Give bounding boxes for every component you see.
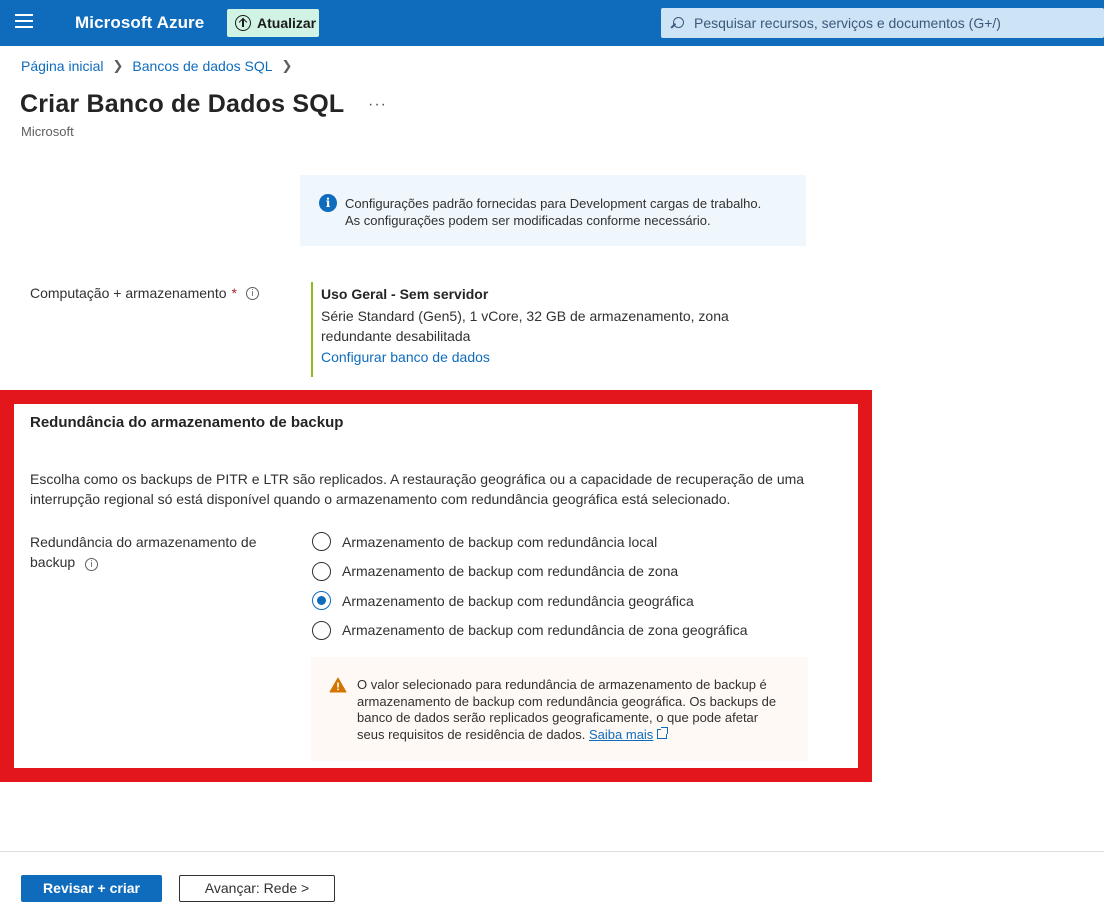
breadcrumb-home[interactable]: Página inicial	[21, 58, 104, 74]
next-network-button[interactable]: Avançar: Rede >	[179, 875, 335, 902]
backup-redundancy-label-text: Redundância do armazenamento de backup	[30, 534, 257, 570]
backup-redundancy-label: Redundância do armazenamento de backup i	[30, 532, 285, 572]
warning-icon	[329, 677, 347, 693]
radio-button[interactable]	[312, 561, 331, 581]
compute-tier: Uso Geral - Sem servidor	[321, 286, 489, 302]
required-asterisk: *	[231, 285, 237, 301]
update-button[interactable]: Atualizar	[227, 9, 319, 37]
learn-more-link[interactable]: Saiba mais	[589, 727, 653, 742]
backup-section-title: Redundância do armazenamento de backup	[30, 414, 344, 431]
update-button-label: Atualizar	[257, 15, 317, 31]
info-banner-line1: Configurações padrão fornecidas para Dev…	[345, 196, 762, 211]
compute-description: Série Standard (Gen5), 1 vCore, 32 GB de…	[321, 308, 729, 344]
info-banner-line2: As configurações podem ser modificadas c…	[345, 213, 711, 228]
chevron-right-icon: ❯	[281, 58, 293, 73]
hamburger-menu-icon[interactable]	[15, 14, 35, 32]
compute-storage-label-text: Computação + armazenamento	[30, 285, 227, 301]
configure-database-link[interactable]: Configurar banco de dados	[321, 349, 490, 365]
external-link-icon	[657, 726, 669, 739]
radio-option-label: Armazenamento de backup com redundância …	[342, 533, 658, 550]
warning-banner: O valor selecionado para redundância de …	[311, 657, 808, 761]
radio-option-local[interactable]: Armazenamento de backup com redundância …	[312, 527, 747, 557]
search-placeholder: Pesquisar recursos, serviços e documento…	[694, 15, 1001, 31]
breadcrumb-sql-databases[interactable]: Bancos de dados SQL	[132, 58, 272, 74]
page-title: Criar Banco de Dados SQL	[20, 90, 345, 118]
radio-option-geo-zone[interactable]: Armazenamento de backup com redundância …	[312, 616, 747, 646]
radio-button[interactable]	[312, 532, 331, 552]
brand-title[interactable]: Microsoft Azure	[75, 13, 204, 33]
radio-option-label: Armazenamento de backup com redundância …	[342, 563, 679, 580]
backup-section-description: Escolha como os backups de PITR e LTR sã…	[30, 471, 805, 507]
radio-button[interactable]	[312, 620, 331, 640]
chevron-right-icon: ❯	[112, 58, 124, 73]
info-icon: i	[319, 194, 337, 212]
footer-divider	[0, 851, 1104, 852]
radio-button-selected[interactable]	[312, 591, 331, 611]
review-create-button[interactable]: Revisar + criar	[21, 875, 162, 902]
search-icon	[671, 16, 684, 30]
warning-text: O valor selecionado para redundância de …	[357, 677, 777, 742]
compute-summary: Uso Geral - Sem servidor Série Standard …	[311, 282, 771, 377]
radio-option-label: Armazenamento de backup com redundância …	[342, 622, 748, 639]
radio-option-zone[interactable]: Armazenamento de backup com redundância …	[312, 557, 747, 587]
page-subtitle: Microsoft	[21, 124, 74, 139]
backup-redundancy-radio-group: Armazenamento de backup com redundância …	[312, 527, 747, 645]
radio-option-geo[interactable]: Armazenamento de backup com redundância …	[312, 586, 747, 616]
global-search-input[interactable]: Pesquisar recursos, serviços e documento…	[661, 8, 1104, 38]
info-circle-icon[interactable]: i	[245, 286, 259, 300]
radio-option-label: Armazenamento de backup com redundância …	[342, 592, 694, 609]
more-options-icon[interactable]: ···	[368, 96, 387, 114]
info-banner: i Configurações padrão fornecidas para D…	[300, 175, 806, 246]
top-bar: Microsoft Azure Atualizar Pesquisar recu…	[0, 0, 1104, 46]
info-circle-icon[interactable]: i	[85, 558, 99, 571]
breadcrumb: Página inicial ❯ Bancos de dados SQL ❯	[21, 58, 301, 74]
compute-storage-label: Computação + armazenamento * i	[30, 285, 259, 301]
upgrade-arrow-icon	[235, 15, 251, 31]
